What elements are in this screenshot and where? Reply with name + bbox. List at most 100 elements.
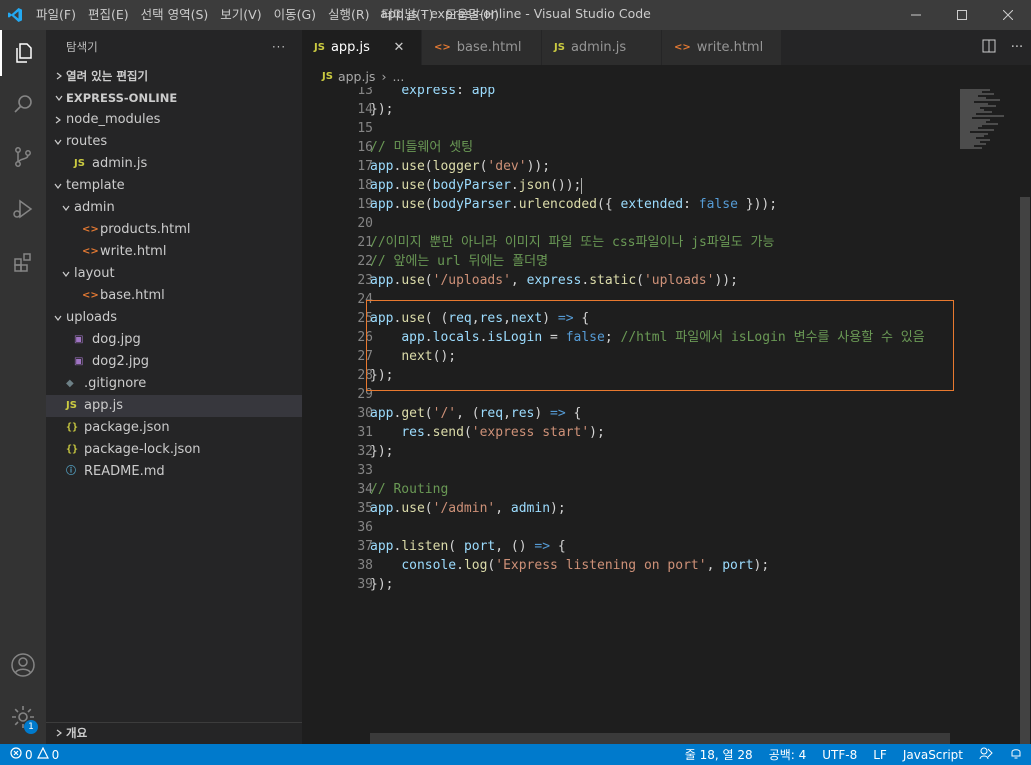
cursor-position[interactable]: 줄 18, 열 28 xyxy=(677,746,761,763)
run-debug-icon[interactable] xyxy=(0,186,46,232)
line-number: 25 xyxy=(357,311,373,326)
horizontal-scrollbar[interactable] xyxy=(370,733,950,744)
tree-item[interactable]: {} package-lock.json xyxy=(46,439,302,461)
code-line[interactable]: 17 app.use(logger('dev')); xyxy=(302,157,957,176)
js-file-icon: JS xyxy=(554,42,565,53)
maximize-icon[interactable] xyxy=(939,0,985,30)
code-line[interactable]: 21//이미지 뿐만 아니라 이미지 파일 또는 css파일이나 js파일도 가… xyxy=(302,233,957,252)
code-line[interactable]: 16// 미들웨어 셋팅 xyxy=(302,138,957,157)
line-number: 36 xyxy=(357,520,373,535)
settings-gear-icon[interactable]: 1 xyxy=(0,694,46,740)
code-line[interactable]: 22// 앞에는 url 뒤에는 폴더명 xyxy=(302,252,957,271)
tree-item[interactable]: ▣ dog.jpg xyxy=(46,329,302,351)
line-number: 31 xyxy=(357,425,373,440)
tree-item[interactable]: <> products.html xyxy=(46,219,302,241)
tree-item[interactable]: routes xyxy=(46,131,302,153)
code-line[interactable]: 35 app.use('/admin', admin); xyxy=(302,499,957,518)
code-line[interactable]: 39}); xyxy=(302,575,957,594)
code-line[interactable]: 31 res.send('express start'); xyxy=(302,423,957,442)
editor-tab[interactable]: <> base.html xyxy=(422,30,542,65)
minimap[interactable] xyxy=(957,87,1017,744)
line-number: 26 xyxy=(357,330,373,345)
more-actions-icon[interactable]: ··· xyxy=(272,30,286,65)
end-of-line[interactable]: LF xyxy=(865,748,895,762)
code-line[interactable]: 37 app.listen( port, () => { xyxy=(302,537,957,556)
code-line[interactable]: 19 app.use(bodyParser.urlencoded({ extend… xyxy=(302,195,957,214)
minimize-icon[interactable] xyxy=(893,0,939,30)
indentation[interactable]: 공백: 4 xyxy=(761,746,815,763)
close-window-icon[interactable] xyxy=(985,0,1031,30)
editor-tabs: JS app.js ✕ <> base.html JS admin.js <> write.ht… xyxy=(302,30,1031,65)
menu-item[interactable]: 이동(G) xyxy=(268,0,322,30)
language-mode[interactable]: JavaScript xyxy=(895,748,971,762)
extensions-icon[interactable] xyxy=(0,239,46,285)
breadcrumb-file[interactable]: app.js xyxy=(338,69,376,84)
code-line[interactable]: 38 console.log('Express listening on por… xyxy=(302,556,957,575)
menu-item[interactable]: 편집(E) xyxy=(82,0,135,30)
menu-item[interactable]: 선택 영역(S) xyxy=(135,0,215,30)
tree-item[interactable]: ◆ .gitignore xyxy=(46,373,302,395)
tree-item[interactable]: {} package.json xyxy=(46,417,302,439)
tree-item-label: template xyxy=(66,178,125,193)
project-section[interactable]: EXPRESS-ONLINE xyxy=(46,87,302,109)
line-content: app.use('/admin', admin); xyxy=(370,501,566,516)
split-editor-icon[interactable] xyxy=(975,39,1003,57)
menu-item[interactable]: 실행(R) xyxy=(322,0,375,30)
search-icon[interactable] xyxy=(0,81,46,127)
line-number: 21 xyxy=(357,235,373,250)
menu-item[interactable]: 파일(F) xyxy=(30,0,82,30)
code-line[interactable]: 15 xyxy=(302,119,957,138)
line-number: 39 xyxy=(357,577,373,592)
menu-item[interactable]: 보기(V) xyxy=(214,0,267,30)
more-tab-actions-icon[interactable]: ··· xyxy=(1003,40,1031,55)
notifications-bell-icon[interactable] xyxy=(1001,746,1031,763)
code-line[interactable]: 34// Routing xyxy=(302,480,957,499)
code-line[interactable]: 23 app.use('/uploads', express.static('up… xyxy=(302,271,957,290)
code-line[interactable]: 33 xyxy=(302,461,957,480)
tree-item[interactable]: <> base.html xyxy=(46,285,302,307)
editor-tab[interactable]: JS app.js ✕ xyxy=(302,30,422,65)
explorer-icon[interactable] xyxy=(0,30,46,76)
vertical-scrollbar[interactable] xyxy=(1017,87,1031,744)
menu-item[interactable]: 터미널(T) xyxy=(376,0,440,30)
warning-count: 0 xyxy=(51,747,60,762)
tree-item[interactable]: ⓘ README.md xyxy=(46,461,302,483)
menu-item[interactable]: 도움말(H) xyxy=(439,0,505,30)
tree-item[interactable]: template xyxy=(46,175,302,197)
text-cursor xyxy=(581,177,583,194)
close-tab-icon[interactable]: ✕ xyxy=(392,40,406,55)
tree-item[interactable]: uploads xyxy=(46,307,302,329)
problems-indicator[interactable]: 0 0 xyxy=(0,746,60,762)
chevron-down-icon xyxy=(52,87,66,109)
code-line[interactable]: 36 xyxy=(302,518,957,537)
open-editors-section[interactable]: 열려 있는 편집기 xyxy=(46,65,302,87)
account-icon[interactable] xyxy=(0,642,46,688)
error-count: 0 xyxy=(25,747,33,762)
line-content: }); xyxy=(370,577,394,592)
tree-item[interactable]: JS admin.js xyxy=(46,153,302,175)
code-line[interactable]: 13 express: app xyxy=(302,87,957,100)
editor-tab[interactable]: <> write.html xyxy=(662,30,782,65)
tree-item[interactable]: node_modules xyxy=(46,109,302,131)
breadcrumb-symbol[interactable]: ... xyxy=(392,69,404,84)
tree-item[interactable]: layout xyxy=(46,263,302,285)
outline-section[interactable]: 개요 xyxy=(46,722,302,744)
code-line[interactable]: 14}); xyxy=(302,100,957,119)
tree-item[interactable]: admin xyxy=(46,197,302,219)
code-line[interactable]: 30 app.get('/', (req,res) => { xyxy=(302,404,957,423)
chevron-right-icon xyxy=(52,723,66,744)
tree-item[interactable]: JS app.js xyxy=(46,395,302,417)
encoding[interactable]: UTF-8 xyxy=(814,748,865,762)
source-control-icon[interactable] xyxy=(0,134,46,180)
tree-item[interactable]: ▣ dog2.jpg xyxy=(46,351,302,373)
code-line[interactable]: 20 xyxy=(302,214,957,233)
scrollbar-thumb[interactable] xyxy=(1020,197,1030,744)
code-line[interactable]: 32}); xyxy=(302,442,957,461)
tree-item[interactable]: <> write.html xyxy=(46,241,302,263)
tree-item-label: uploads xyxy=(66,310,118,325)
feedback-icon[interactable] xyxy=(971,746,1001,763)
error-icon xyxy=(10,747,22,762)
editor-tab[interactable]: JS admin.js xyxy=(542,30,662,65)
code-line[interactable]: 18 app.use(bodyParser.json()); xyxy=(302,176,957,195)
code-editor[interactable]: 13 express: app 14}); 15 16// 미들웨어 셋팅 17 app.… xyxy=(302,87,957,744)
